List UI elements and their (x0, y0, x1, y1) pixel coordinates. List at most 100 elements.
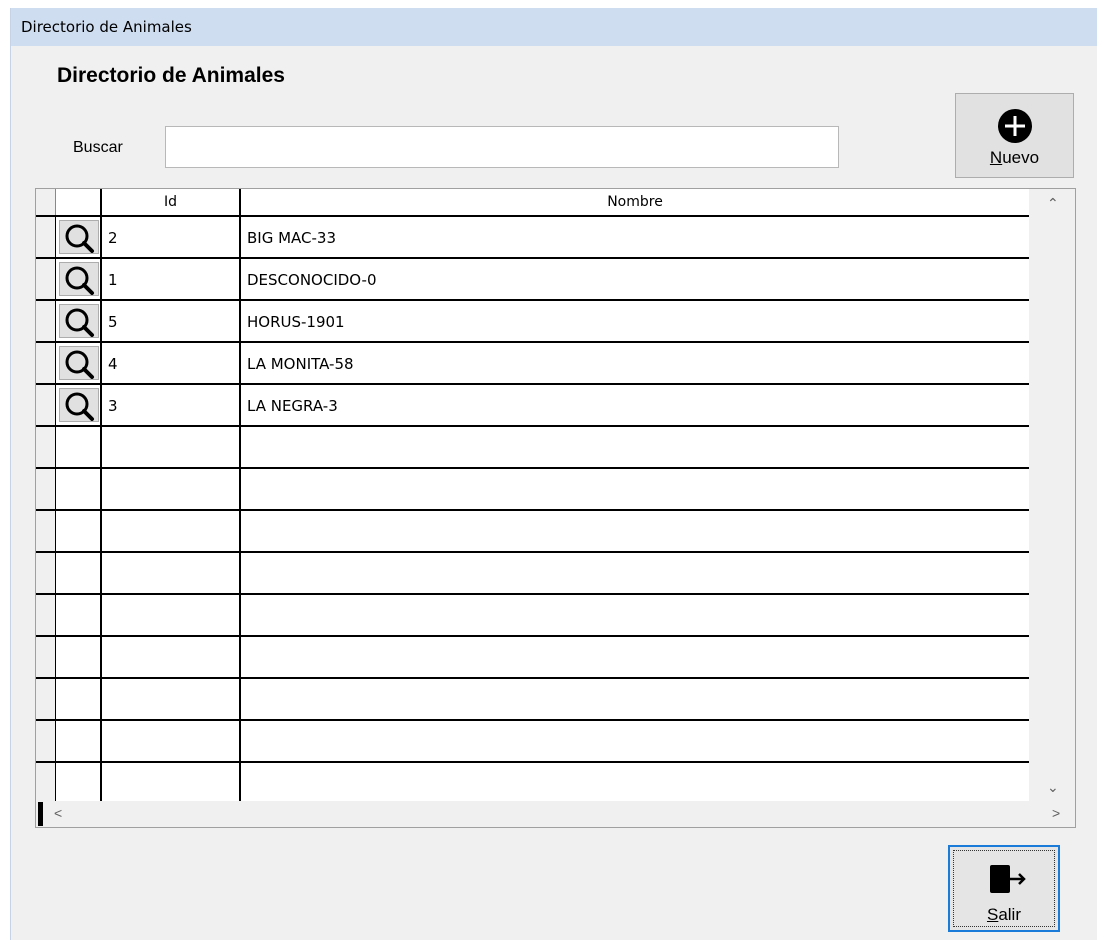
cell-id-text: 2 (108, 229, 118, 247)
table-row[interactable] (36, 679, 1029, 721)
row-indicator[interactable] (36, 553, 56, 593)
row-view-cell (56, 469, 102, 509)
cell-id[interactable]: 2 (102, 217, 241, 257)
cell-nombre[interactable] (241, 553, 1029, 593)
row-view-cell (56, 595, 102, 635)
cell-id[interactable] (102, 427, 241, 467)
row-indicator[interactable] (36, 427, 56, 467)
magnifier-icon (65, 392, 94, 421)
magnifier-icon (65, 308, 94, 337)
cell-id[interactable]: 3 (102, 385, 241, 425)
row-indicator[interactable] (36, 385, 56, 425)
view-record-button[interactable] (59, 262, 99, 296)
row-indicator[interactable] (36, 721, 56, 761)
cell-id-text: 4 (108, 355, 118, 373)
horizontal-scrollbar[interactable]: < > (36, 801, 1075, 827)
cell-nombre[interactable]: DESCONOCIDO-0 (241, 259, 1029, 299)
search-input[interactable] (165, 126, 839, 168)
cell-nombre[interactable] (241, 511, 1029, 551)
cell-nombre-text: BIG MAC-33 (247, 229, 337, 247)
row-indicator[interactable] (36, 511, 56, 551)
row-indicator[interactable] (36, 217, 56, 257)
table-row[interactable] (36, 511, 1029, 553)
row-indicator[interactable] (36, 301, 56, 341)
animal-directory-window: Directorio de Animales Directorio de Ani… (10, 8, 1097, 940)
cell-nombre[interactable] (241, 763, 1029, 801)
table-row[interactable]: 4 LA MONITA-58 (36, 343, 1029, 385)
cell-id[interactable]: 1 (102, 259, 241, 299)
row-view-cell (56, 385, 102, 425)
cell-id[interactable] (102, 679, 241, 719)
row-indicator[interactable] (36, 637, 56, 677)
table-row[interactable] (36, 469, 1029, 511)
table-row[interactable] (36, 637, 1029, 679)
cell-nombre[interactable] (241, 469, 1029, 509)
table-row[interactable] (36, 553, 1029, 595)
cell-nombre-text: LA NEGRA-3 (247, 397, 338, 415)
row-view-cell (56, 553, 102, 593)
row-view-cell (56, 679, 102, 719)
row-indicator[interactable] (36, 259, 56, 299)
row-indicator[interactable] (36, 595, 56, 635)
scroll-up-arrow[interactable]: ⌃ (1047, 195, 1059, 212)
cell-id[interactable] (102, 469, 241, 509)
cell-id[interactable] (102, 595, 241, 635)
row-indicator[interactable] (36, 763, 56, 801)
cell-nombre[interactable] (241, 679, 1029, 719)
cell-id[interactable] (102, 721, 241, 761)
window-title: Directorio de Animales (21, 18, 192, 36)
table-row[interactable] (36, 595, 1029, 637)
cell-nombre[interactable] (241, 427, 1029, 467)
table-row[interactable]: 3 LA NEGRA-3 (36, 385, 1029, 427)
exit-button-label: Salir (986, 905, 1021, 924)
cell-id[interactable] (102, 637, 241, 677)
table-row[interactable] (36, 427, 1029, 469)
animals-table[interactable]: Id Nombre 2 BIG MAC-33 1 DESCONOCIDO-0 5 HORU… (35, 188, 1076, 828)
table-row[interactable] (36, 721, 1029, 763)
view-record-button[interactable] (59, 346, 99, 380)
row-view-cell (56, 217, 102, 257)
cell-nombre[interactable]: LA MONITA-58 (241, 343, 1029, 383)
column-header-nombre[interactable]: Nombre (241, 189, 1029, 215)
row-indicator[interactable] (36, 343, 56, 383)
scroll-position-marker (38, 802, 43, 826)
magnifier-icon (65, 224, 94, 253)
table-row[interactable] (36, 763, 1029, 801)
view-record-button[interactable] (59, 388, 99, 422)
view-record-button[interactable] (59, 304, 99, 338)
row-header-corner (36, 189, 56, 215)
row-indicator[interactable] (36, 679, 56, 719)
cell-id[interactable] (102, 553, 241, 593)
cell-nombre[interactable]: LA NEGRA-3 (241, 385, 1029, 425)
scroll-left-arrow[interactable]: < (54, 805, 62, 821)
scroll-right-arrow[interactable]: > (1052, 805, 1060, 821)
exit-button[interactable]: Salir (948, 845, 1060, 932)
magnifier-icon (65, 266, 94, 295)
cell-nombre[interactable] (241, 721, 1029, 761)
table-row[interactable]: 2 BIG MAC-33 (36, 217, 1029, 259)
new-button[interactable]: Nuevo (955, 93, 1074, 178)
row-indicator[interactable] (36, 469, 56, 509)
row-view-cell (56, 427, 102, 467)
scroll-down-arrow[interactable]: ⌄ (1047, 779, 1059, 796)
cell-id[interactable]: 5 (102, 301, 241, 341)
cell-id[interactable]: 4 (102, 343, 241, 383)
table-header: Id Nombre (36, 189, 1029, 217)
cell-id[interactable] (102, 763, 241, 801)
cell-nombre[interactable]: HORUS-1901 (241, 301, 1029, 341)
cell-id[interactable] (102, 511, 241, 551)
exit-door-icon (990, 865, 1026, 893)
column-header-id[interactable]: Id (102, 189, 241, 215)
view-record-button[interactable] (59, 220, 99, 254)
table-row[interactable]: 5 HORUS-1901 (36, 301, 1029, 343)
new-button-label: Nuevo (989, 148, 1040, 167)
cell-id-text: 3 (108, 397, 118, 415)
vertical-scrollbar[interactable]: ⌃ ⌄ (1029, 189, 1075, 801)
cell-nombre[interactable] (241, 595, 1029, 635)
table-row[interactable]: 1 DESCONOCIDO-0 (36, 259, 1029, 301)
cell-nombre[interactable] (241, 637, 1029, 677)
page-title: Directorio de Animales (57, 64, 285, 87)
search-label: Buscar (73, 139, 123, 156)
row-view-cell (56, 343, 102, 383)
cell-nombre[interactable]: BIG MAC-33 (241, 217, 1029, 257)
